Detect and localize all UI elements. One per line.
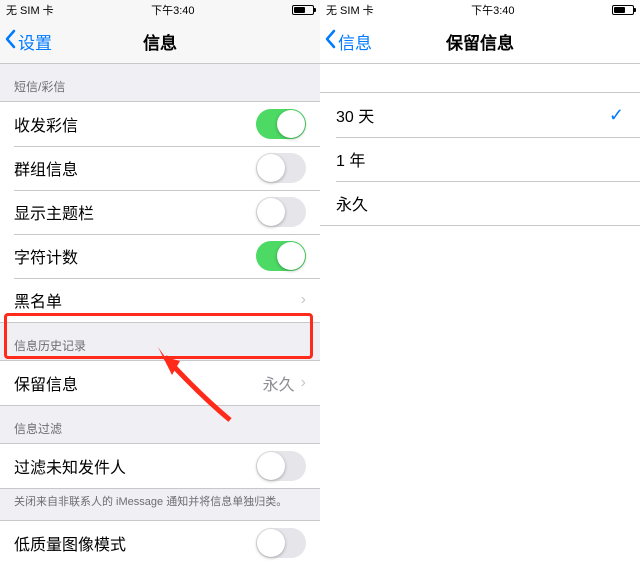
back-button[interactable]: 设置 xyxy=(0,29,52,54)
cell-group-sms: 收发彩信 群组信息 显示主题栏 字符计数 黑名单 › xyxy=(0,101,320,323)
nav-bar: 信息 保留信息 xyxy=(320,20,640,64)
carrier-text: 无 SIM 卡 xyxy=(326,2,374,18)
status-bar: 无 SIM 卡 下午3:40 xyxy=(0,0,320,20)
cell-filter-unknown[interactable]: 过滤未知发件人 xyxy=(0,444,320,488)
phone-left: 无 SIM 卡 下午3:40 设置 信息 短信/彩信 收发彩信 群组信息 显示主… xyxy=(0,0,320,565)
section-header-history: 信息历史记录 xyxy=(0,323,320,360)
chevron-left-icon xyxy=(4,29,16,54)
option-label: 1 年 xyxy=(336,147,365,171)
toggle[interactable] xyxy=(256,197,306,227)
cell-label: 收发彩信 xyxy=(14,112,78,136)
cell-label: 字符计数 xyxy=(14,244,78,268)
cell-subject[interactable]: 显示主题栏 xyxy=(0,190,320,234)
section-header-sms: 短信/彩信 xyxy=(0,64,320,101)
phone-right: 无 SIM 卡 下午3:40 信息 保留信息 30 天 ✓ 1 年 永久 xyxy=(320,0,640,565)
chevron-right-icon: › xyxy=(301,374,306,392)
cell-label: 低质量图像模式 xyxy=(14,531,126,555)
cell-group-lowq: 低质量图像模式 xyxy=(0,520,320,565)
nav-bar: 设置 信息 xyxy=(0,20,320,64)
cell-label: 过滤未知发件人 xyxy=(14,454,126,478)
cell-lowquality[interactable]: 低质量图像模式 xyxy=(0,521,320,565)
cell-value: 永久 xyxy=(263,371,295,395)
option-1year[interactable]: 1 年 xyxy=(320,137,640,181)
cell-group-history: 保留信息 永久 › xyxy=(0,360,320,406)
cell-charcount[interactable]: 字符计数 xyxy=(0,234,320,278)
time-text: 下午3:40 xyxy=(471,2,514,18)
cell-label: 保留信息 xyxy=(14,371,78,395)
cell-group-msg[interactable]: 群组信息 xyxy=(0,146,320,190)
battery-indicator xyxy=(292,5,314,15)
time-text: 下午3:40 xyxy=(151,2,194,18)
option-label: 永久 xyxy=(336,191,368,215)
checkmark-icon: ✓ xyxy=(609,105,624,126)
cell-label: 显示主题栏 xyxy=(14,200,94,224)
toggle[interactable] xyxy=(256,109,306,139)
chevron-left-icon xyxy=(324,29,336,54)
option-label: 30 天 xyxy=(336,103,374,127)
carrier-text: 无 SIM 卡 xyxy=(6,2,54,18)
section-header-filter: 信息过滤 xyxy=(0,406,320,443)
toggle[interactable] xyxy=(256,241,306,271)
option-group: 30 天 ✓ 1 年 永久 xyxy=(320,92,640,226)
cell-blocklist[interactable]: 黑名单 › xyxy=(0,278,320,322)
option-forever[interactable]: 永久 xyxy=(320,181,640,225)
back-button[interactable]: 信息 xyxy=(320,29,372,54)
back-label: 设置 xyxy=(18,29,52,54)
toggle[interactable] xyxy=(256,153,306,183)
cell-mms[interactable]: 收发彩信 xyxy=(0,102,320,146)
cell-keep-messages[interactable]: 保留信息 永久 › xyxy=(0,361,320,405)
cell-label: 群组信息 xyxy=(14,156,78,180)
status-bar: 无 SIM 卡 下午3:40 xyxy=(320,0,640,20)
option-30days[interactable]: 30 天 ✓ xyxy=(320,93,640,137)
chevron-right-icon: › xyxy=(301,291,306,309)
battery-indicator xyxy=(612,5,634,15)
toggle[interactable] xyxy=(256,451,306,481)
section-footer-filter: 关闭来自非联系人的 iMessage 通知并将信息单独归类。 xyxy=(0,489,320,520)
back-label: 信息 xyxy=(338,29,372,54)
cell-group-filter: 过滤未知发件人 xyxy=(0,443,320,489)
toggle[interactable] xyxy=(256,528,306,558)
cell-label: 黑名单 xyxy=(14,288,62,312)
